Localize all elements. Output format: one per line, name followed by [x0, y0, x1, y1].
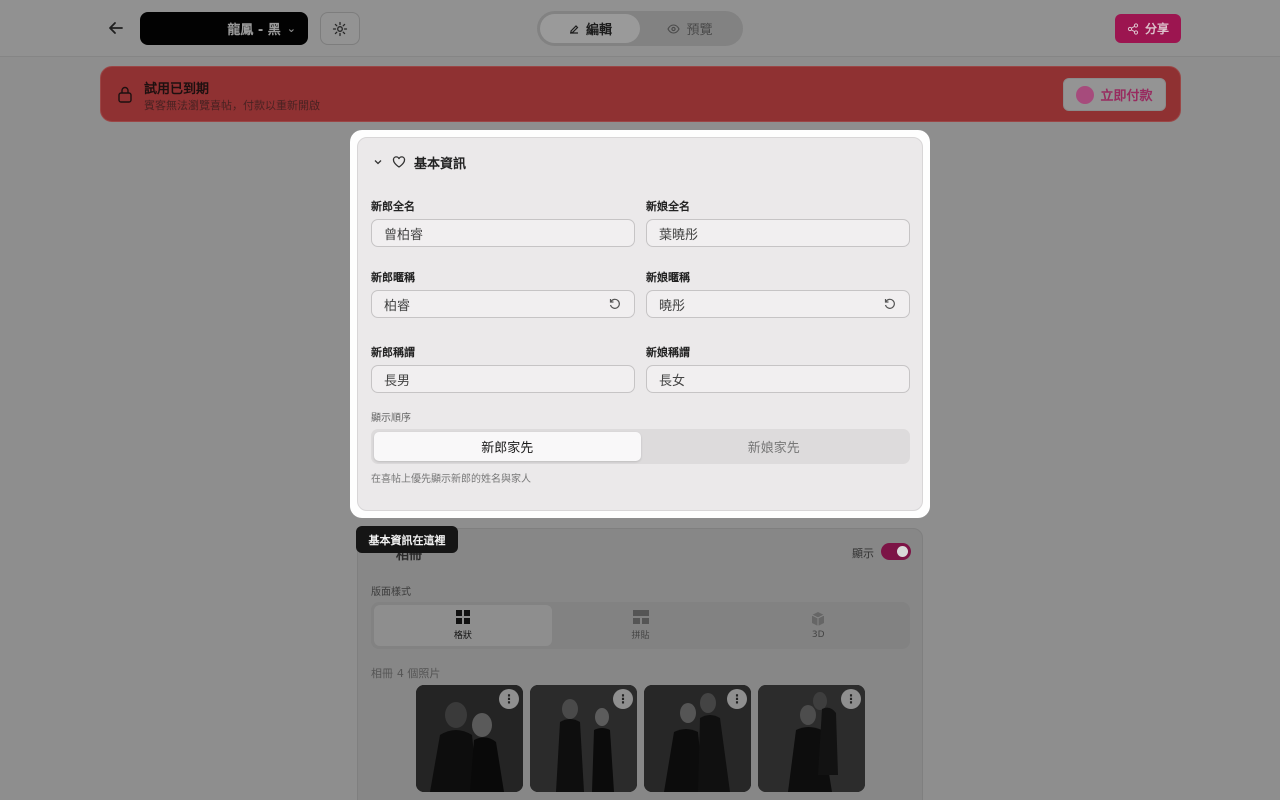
- bride-nickname-field[interactable]: 曉彤: [646, 290, 910, 318]
- basic-info-title: 基本資訊: [414, 156, 467, 172]
- layout-option-label: 3D: [811, 629, 825, 640]
- share-label: 分享: [1144, 22, 1169, 36]
- heart-icon: [392, 156, 406, 168]
- chevron-down-icon: ⌄: [286, 22, 296, 35]
- edit-icon: [569, 24, 579, 34]
- album-show-toggle[interactable]: [881, 543, 911, 560]
- bride-name-label: 新娘全名: [646, 200, 690, 213]
- album-photo[interactable]: ⋮: [644, 685, 751, 792]
- album-show-label: 顯示: [852, 547, 874, 560]
- album-photo[interactable]: ⋮: [758, 685, 865, 792]
- bride-nickname-value: 曉彤: [659, 298, 686, 314]
- album-photo[interactable]: ⋮: [416, 685, 523, 792]
- reset-icon[interactable]: [883, 297, 897, 311]
- tab-edit[interactable]: 編輯: [540, 14, 640, 43]
- back-button[interactable]: [104, 16, 128, 40]
- groom-title-value: 長男: [384, 373, 411, 389]
- order-option-groom-first[interactable]: 新郎家先: [374, 432, 641, 461]
- bride-title-value: 長女: [659, 373, 686, 389]
- bride-name-field[interactable]: 葉曉彤: [646, 219, 910, 247]
- album-count-label: 相冊: [371, 667, 393, 680]
- basic-info-section: 基本資訊 新郎全名 曾柏睿 新娘全名 葉曉彤 新郎暱稱 柏睿 新娘暱稱 曉彤 新…: [357, 137, 923, 511]
- collage-icon: [632, 610, 649, 624]
- mode-toggle: 編輯 預覽: [537, 11, 743, 46]
- display-order-selector: 新郎家先 新娘家先: [371, 429, 910, 464]
- tab-preview-label: 預覽: [686, 23, 713, 38]
- reset-icon[interactable]: [608, 297, 622, 311]
- display-order-hint: 在喜帖上優先顯示新郎的姓名與家人: [371, 474, 531, 485]
- more-options-button[interactable]: ⋮: [727, 689, 747, 709]
- chevron-down-icon: [374, 160, 382, 165]
- groom-name-field[interactable]: 曾柏睿: [371, 219, 635, 247]
- share-button[interactable]: 分享: [1115, 14, 1181, 43]
- layout-option-grid[interactable]: 格狀: [374, 605, 552, 646]
- groom-title-field[interactable]: 長男: [371, 365, 635, 393]
- album-section: 相冊 顯示 版面樣式 格狀 拼貼 3D 相冊 4 個照片 ⋮ ⋮ ⋮ ⋮: [357, 528, 923, 800]
- toggle-knob: [897, 546, 908, 557]
- grid-icon: [455, 610, 470, 624]
- trial-expired-banner: 試用已到期 賓客無法瀏覽喜帖，付款以重新開啟 立即付款: [100, 66, 1181, 122]
- banner-subtitle: 賓客無法瀏覽喜帖，付款以重新開啟: [144, 99, 320, 112]
- pay-now-button[interactable]: 立即付款: [1063, 78, 1166, 111]
- theme-select[interactable]: 龍鳳 - 黑 ⌄: [140, 12, 308, 45]
- cube-icon: [811, 611, 825, 626]
- settings-button[interactable]: [320, 12, 360, 45]
- arrow-left-icon: [109, 22, 123, 34]
- bride-nickname-label: 新娘暱稱: [646, 271, 690, 284]
- layout-option-label: 格狀: [453, 631, 472, 641]
- basic-info-header[interactable]: 基本資訊: [372, 152, 466, 172]
- eye-icon: [667, 23, 681, 34]
- more-options-button[interactable]: ⋮: [841, 689, 861, 709]
- top-bar: 龍鳳 - 黑 ⌄ 編輯 預覽 分享: [0, 0, 1280, 57]
- more-options-button[interactable]: ⋮: [613, 689, 633, 709]
- payment-icon: [1076, 85, 1095, 104]
- tab-preview[interactable]: 預覽: [640, 14, 740, 43]
- layout-option-collage[interactable]: 拼貼: [552, 605, 730, 646]
- bride-name-value: 葉曉彤: [659, 227, 699, 243]
- album-photo[interactable]: ⋮: [530, 685, 637, 792]
- bride-title-field[interactable]: 長女: [646, 365, 910, 393]
- bride-title-label: 新娘稱謂: [646, 346, 690, 359]
- layout-style-label: 版面樣式: [371, 587, 411, 598]
- album-count: 相冊 4 個照片: [371, 665, 440, 681]
- lock-icon: [118, 86, 132, 103]
- groom-nickname-value: 柏睿: [384, 298, 411, 314]
- groom-title-label: 新郎稱謂: [371, 346, 415, 359]
- banner-title: 試用已到期: [144, 82, 210, 97]
- groom-nickname-field[interactable]: 柏睿: [371, 290, 635, 318]
- album-count-value: 4 個照片: [396, 667, 441, 680]
- groom-nickname-label: 新郎暱稱: [371, 271, 415, 284]
- layout-style-selector: 格狀 拼貼 3D: [371, 602, 910, 649]
- theme-select-label: 龍鳳 - 黑: [227, 23, 281, 38]
- more-options-button[interactable]: ⋮: [499, 689, 519, 709]
- share-icon: [1127, 22, 1139, 35]
- groom-name-value: 曾柏睿: [384, 227, 424, 243]
- pay-now-label: 立即付款: [1100, 89, 1153, 104]
- groom-name-label: 新郎全名: [371, 200, 415, 213]
- gear-icon: [332, 21, 348, 36]
- display-order-label: 顯示順序: [371, 413, 411, 424]
- order-option-bride-first[interactable]: 新娘家先: [641, 432, 908, 461]
- tab-edit-label: 編輯: [585, 23, 612, 38]
- layout-option-3d[interactable]: 3D: [729, 605, 907, 646]
- layout-option-label: 拼貼: [631, 631, 650, 641]
- onboarding-tooltip: 基本資訊在這裡: [356, 526, 458, 553]
